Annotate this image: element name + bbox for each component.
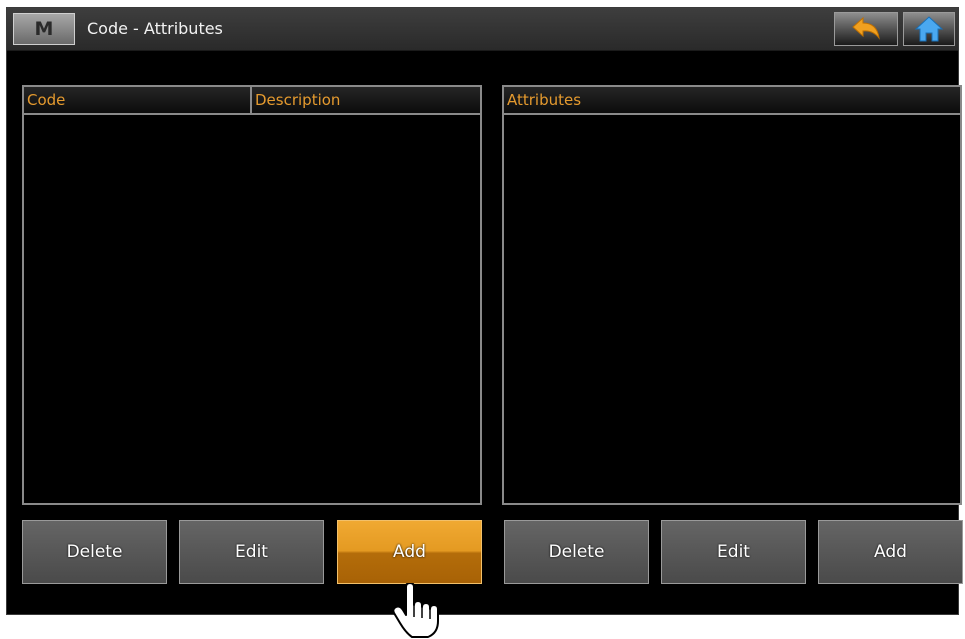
add-code-button[interactable]: Add bbox=[337, 520, 482, 584]
attributes-list-table[interactable]: Attributes bbox=[502, 85, 962, 505]
edit-code-button[interactable]: Edit bbox=[179, 520, 324, 584]
main-menu-label: M bbox=[34, 18, 54, 40]
add-attribute-button[interactable]: Add bbox=[818, 520, 963, 584]
hand-pointer-cursor-icon bbox=[392, 583, 439, 638]
code-table-header: Code Description bbox=[24, 87, 480, 115]
back-arrow-icon bbox=[852, 16, 880, 40]
column-header-description[interactable]: Description bbox=[252, 87, 480, 113]
home-button[interactable] bbox=[903, 12, 955, 46]
attributes-table-header: Attributes bbox=[504, 87, 960, 115]
column-header-attributes[interactable]: Attributes bbox=[504, 87, 960, 113]
column-header-code[interactable]: Code bbox=[24, 87, 252, 113]
delete-code-button[interactable]: Delete bbox=[22, 520, 167, 584]
application-window: M Code - Attributes Code Description Att… bbox=[6, 7, 963, 615]
edit-attribute-button[interactable]: Edit bbox=[661, 520, 806, 584]
title-bar: M Code - Attributes bbox=[7, 8, 958, 51]
home-icon bbox=[914, 16, 944, 42]
delete-attribute-button[interactable]: Delete bbox=[504, 520, 649, 584]
main-menu-button[interactable]: M bbox=[13, 13, 75, 45]
back-button[interactable] bbox=[834, 12, 898, 46]
code-list-table[interactable]: Code Description bbox=[22, 85, 482, 505]
page-title: Code - Attributes bbox=[87, 19, 223, 38]
